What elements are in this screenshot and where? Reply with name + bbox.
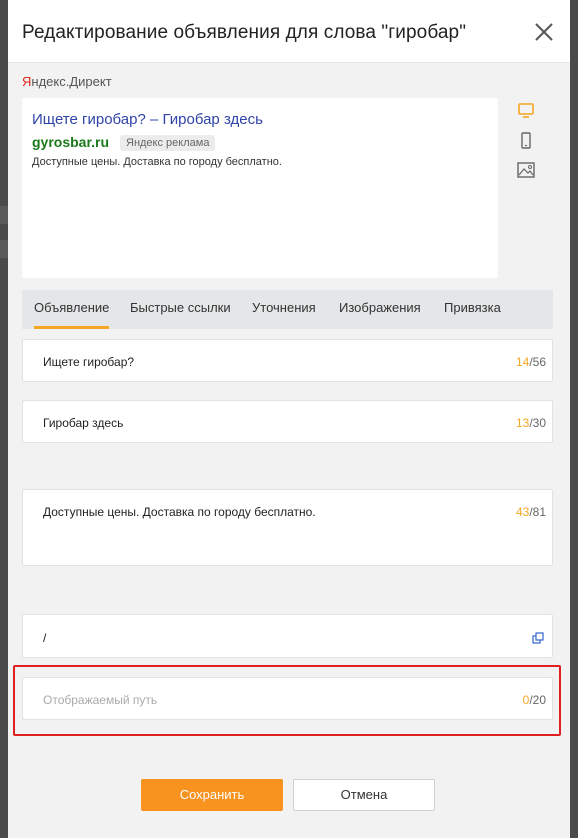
text-value: Доступные цены. Доставка по городу беспл… — [43, 505, 316, 519]
url-field[interactable]: / — [22, 614, 553, 658]
display-path-max: /20 — [529, 693, 546, 707]
close-icon[interactable] — [532, 20, 556, 44]
title1-value: Ищете гиробар? — [43, 355, 135, 369]
tab-quick-links[interactable]: Быстрые ссылки — [130, 290, 231, 329]
modal-title: Редактирование объявления для слова "гир… — [22, 22, 467, 43]
desktop-icon[interactable] — [516, 100, 536, 120]
provider-brand-letter: Я — [22, 74, 32, 89]
ad-editor-tabs: Объявление Быстрые ссылки Уточнения Изоб… — [22, 290, 553, 329]
mobile-icon[interactable] — [516, 131, 536, 151]
title1-field[interactable]: Ищете гиробар? 14/56 — [22, 339, 553, 382]
title2-counter: 13/30 — [516, 416, 546, 430]
ad-preview-domain: gyrosbar.ru — [32, 134, 110, 150]
tab-ad[interactable]: Объявление — [34, 290, 110, 329]
provider-label: Яндекс.Директ — [22, 74, 112, 89]
title2-value: Гиробар здесь — [43, 416, 124, 430]
ad-preview: Ищете гиробар? – Гиробар здесь gyrosbar.… — [22, 98, 498, 278]
url-value: / — [43, 631, 47, 645]
ad-preview-description: Доступные цены. Доставка по городу беспл… — [32, 156, 282, 168]
tab-images[interactable]: Изображения — [339, 290, 421, 329]
text-count: 43 — [515, 505, 530, 519]
ad-preview-title: Ищете гиробар? – Гиробар здесь — [32, 111, 263, 128]
title1-counter: 14/56 — [516, 355, 546, 369]
background-fragment — [0, 240, 8, 258]
modal-header: Редактирование объявления для слова "гир… — [8, 0, 570, 63]
provider-brand-rest: ндекс.Директ — [31, 74, 112, 89]
title2-max: /30 — [529, 416, 546, 430]
title2-count: 13 — [515, 416, 530, 430]
display-path-field[interactable]: Отображаемый путь 0/20 — [22, 677, 553, 720]
tab-binding[interactable]: Привязка — [444, 290, 501, 329]
save-button[interactable]: Сохранить — [141, 779, 283, 811]
title2-field[interactable]: Гиробар здесь 13/30 — [22, 400, 553, 443]
display-path-counter: 0/20 — [523, 693, 546, 707]
title1-count: 14 — [515, 355, 530, 369]
edit-ad-modal: Редактирование объявления для слова "гир… — [8, 0, 570, 838]
cancel-button[interactable]: Отмена — [293, 779, 435, 811]
external-link-icon[interactable] — [532, 631, 544, 644]
text-max: /81 — [529, 505, 546, 519]
ad-preview-label: Яндекс реклама — [120, 135, 216, 151]
text-counter: 43/81 — [516, 505, 546, 519]
display-path-placeholder: Отображаемый путь — [43, 693, 158, 707]
text-field[interactable]: Доступные цены. Доставка по городу беспл… — [22, 489, 553, 566]
image-icon[interactable] — [516, 160, 536, 180]
tab-clarifications[interactable]: Уточнения — [252, 290, 316, 329]
title1-max: /56 — [529, 355, 546, 369]
background-fragment — [0, 206, 8, 224]
